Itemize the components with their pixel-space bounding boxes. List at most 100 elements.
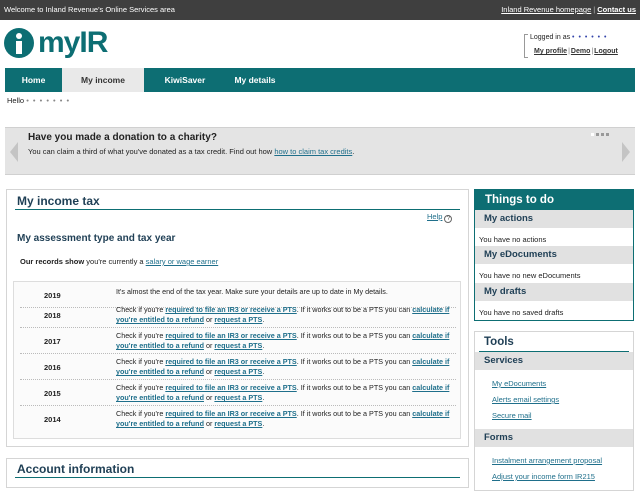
tax-year-row: 2014 Check if you're required to file an… [20, 406, 456, 432]
request-pts-link[interactable]: request a PTS [214, 419, 262, 428]
note-text: . [262, 315, 265, 324]
request-pts-link[interactable]: request a PTS [214, 393, 262, 402]
account-info-title: Account information [17, 462, 135, 476]
instalment-arrangement-link[interactable]: Instalment arrangement proposal [492, 456, 602, 465]
account-links: My profile|Demo|Logout [534, 48, 618, 55]
note-text: . [262, 341, 265, 350]
carousel-dot[interactable] [601, 133, 604, 136]
my-edocuments-heading: My eDocuments [475, 246, 633, 264]
note-text: or [205, 315, 213, 324]
logo-text: myIR [38, 26, 108, 59]
myir-logo[interactable]: myIR [4, 26, 114, 60]
ir3-pts-link[interactable]: required to file an IR3 or receive a PTS [165, 331, 296, 340]
donation-banner: Have you made a donation to a charity? Y… [5, 127, 635, 175]
tax-year: 2014 [44, 415, 61, 424]
carousel-dots [589, 129, 609, 138]
note-text: Check if you're [116, 357, 164, 366]
my-profile-link[interactable]: My profile [534, 48, 567, 55]
note-text: . If it works out to be a PTS you can [296, 409, 411, 418]
account-info-panel: Account information [6, 458, 469, 488]
tax-year-note: Check if you're required to file an IR3 … [116, 357, 456, 377]
my-actions-message: You have no actions [479, 235, 547, 244]
note-text: or [205, 419, 213, 428]
welcome-text: Welcome to Inland Revenue's Online Servi… [4, 5, 175, 14]
tax-credits-link[interactable]: how to claim tax credits [274, 147, 352, 156]
income-tax-title: My income tax [17, 194, 100, 208]
my-edocuments-message: You have no new eDocuments [479, 271, 581, 280]
nav-kiwisaver[interactable]: KiwiSaver [144, 68, 226, 92]
demo-link[interactable]: Demo [571, 48, 590, 55]
logged-in-line: Logged in as • • • • • • [530, 34, 607, 41]
tax-year-note: Check if you're required to file an IR3 … [116, 331, 456, 351]
ird-homepage-link[interactable]: Inland Revenue homepage [501, 5, 591, 14]
tools-panel: Tools Services My eDocuments Alerts emai… [474, 331, 634, 491]
note-text: or [205, 341, 213, 350]
username-masked: • • • • • • [572, 34, 608, 41]
alerts-email-settings-link[interactable]: Alerts email settings [492, 395, 559, 404]
ir3-pts-link[interactable]: required to file an IR3 or receive a PTS [165, 305, 296, 314]
logout-link[interactable]: Logout [594, 48, 618, 55]
income-tax-panel: My income tax Help? My assessment type a… [6, 189, 469, 447]
logged-in-label: Logged in as [530, 34, 571, 41]
tax-year: 2019 [44, 291, 61, 300]
link-separator: | [591, 48, 594, 55]
tools-title: Tools [484, 336, 514, 348]
tax-year-row: 2016 Check if you're required to file an… [20, 354, 456, 380]
tax-year-note: It's almost the end of the tax year. Mak… [116, 287, 388, 296]
note-text: or [205, 393, 213, 402]
carousel-next-arrow-icon[interactable] [622, 142, 630, 162]
tax-year-note: Check if you're required to file an IR3 … [116, 305, 456, 325]
info-i-icon [4, 28, 34, 58]
carousel-dot[interactable] [596, 133, 599, 136]
ir3-pts-link[interactable]: required to file an IR3 or receive a PTS [165, 409, 296, 418]
help-icon[interactable]: ? [444, 215, 453, 223]
carousel-prev-arrow-icon[interactable] [10, 142, 18, 162]
carousel-dot[interactable] [591, 133, 594, 136]
records-bold: Our records show [20, 257, 85, 266]
note-text: . [262, 367, 265, 376]
request-pts-link[interactable]: request a PTS [214, 367, 262, 376]
banner-title: Have you made a donation to a charity? [28, 132, 217, 143]
request-pts-link[interactable]: request a PTS [214, 341, 262, 350]
my-drafts-message: You have no saved drafts [479, 308, 564, 317]
carousel-dot[interactable] [606, 133, 609, 136]
services-heading: Services [475, 352, 633, 370]
top-links-separator: | [593, 5, 596, 14]
secure-mail-link[interactable]: Secure mail [492, 411, 532, 420]
tax-years-list: 2019 It's almost the end of the tax year… [13, 281, 461, 439]
tax-year-note: Check if you're required to file an IR3 … [116, 383, 456, 403]
tax-year-row: 2017 Check if you're required to file an… [20, 328, 456, 354]
nav-my-income[interactable]: My income [62, 68, 144, 92]
tax-year: 2016 [44, 363, 61, 372]
tax-year-row: 2018 Check if you're required to file an… [20, 302, 456, 328]
hello-greeting: Hello • • • • • • • [7, 96, 70, 105]
help-link[interactable]: Help [427, 212, 442, 221]
link-separator: | [568, 48, 570, 55]
my-edocuments-link[interactable]: My eDocuments [492, 379, 546, 388]
request-pts-link[interactable]: request a PTS [214, 315, 262, 324]
salary-wage-earner-link[interactable]: salary or wage earner [146, 257, 219, 266]
things-to-do-panel: Things to do My actions You have no acti… [474, 189, 634, 321]
tax-year: 2018 [44, 311, 61, 320]
records-statement: Our records show you're currently a sala… [20, 257, 218, 266]
login-box-bracket [524, 34, 528, 58]
contact-us-link[interactable]: Contact us [597, 5, 636, 14]
my-drafts-heading: My drafts [475, 283, 633, 301]
forms-heading: Forms [475, 429, 633, 447]
top-links: Inland Revenue homepage | Contact us [501, 5, 636, 14]
note-text: Check if you're [116, 331, 164, 340]
note-text: Check if you're [116, 409, 164, 418]
main-nav: Home My income KiwiSaver My details [5, 68, 635, 92]
note-text: or [205, 367, 213, 376]
nav-home[interactable]: Home [5, 68, 62, 92]
help-control: Help? [427, 212, 453, 223]
banner-period: . [352, 147, 355, 156]
ir3-pts-link[interactable]: required to file an IR3 or receive a PTS [165, 357, 296, 366]
login-box: Logged in as • • • • • • My profile|Demo… [524, 34, 630, 60]
ir3-pts-link[interactable]: required to file an IR3 or receive a PTS [165, 383, 296, 392]
nav-my-details[interactable]: My details [226, 68, 284, 92]
title-rule [15, 477, 460, 478]
note-text: . If it works out to be a PTS you can [296, 383, 411, 392]
note-text: . If it works out to be a PTS you can [296, 331, 411, 340]
banner-body: You can claim a third of what you've don… [28, 147, 273, 156]
